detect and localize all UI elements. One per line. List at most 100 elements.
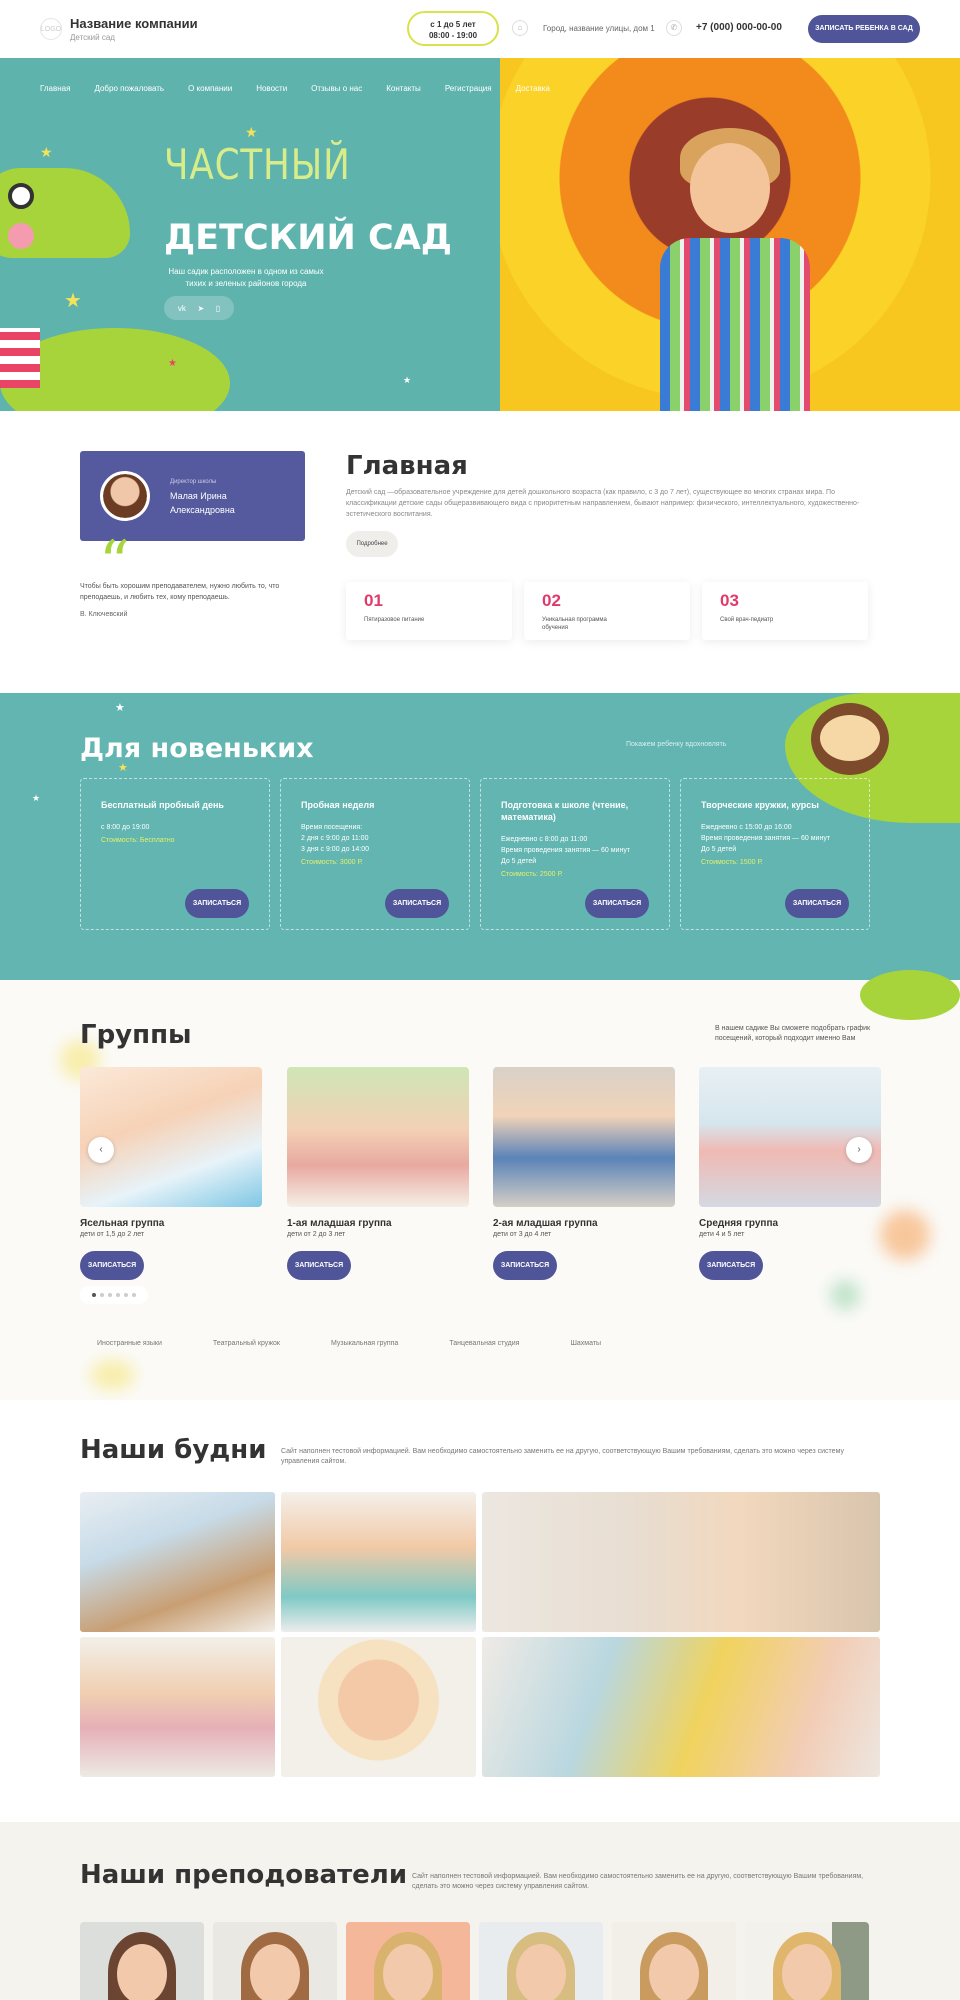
offer-details: Время посещения: 2 дня с 9:00 до 11:00 3…	[301, 824, 369, 853]
everyday-title: Наши будни	[80, 1435, 267, 1465]
decor-blob	[90, 1360, 135, 1390]
newcomers-title: Для новеньких	[80, 733, 314, 764]
feature-card: 03 Свой врач-педиатр	[702, 582, 868, 640]
nav-item-about[interactable]: О компании	[188, 84, 232, 93]
gallery-photo[interactable]	[281, 1637, 476, 1777]
location-icon: ⌂	[512, 20, 528, 36]
signup-button[interactable]: ЗАПИСАТЬСЯ	[493, 1251, 557, 1280]
enroll-child-button[interactable]: ЗАПИСАТЬ РЕБЕНКА В САД	[808, 15, 920, 43]
hero-banner: ★ ★ ★ ★ ★	[0, 58, 960, 411]
feature-label: Пятиразовое питание	[364, 617, 425, 623]
nav-item-news[interactable]: Новости	[256, 84, 287, 93]
gallery-photo[interactable]	[281, 1492, 476, 1632]
phone-link[interactable]: +7 (000) 000-00-00	[696, 22, 782, 33]
carousel-dots	[80, 1286, 148, 1304]
group-name: 1-ая младшая группа	[287, 1218, 392, 1229]
nav-item-registration[interactable]: Регистрация	[445, 84, 492, 93]
nav-item-reviews[interactable]: Отзывы о нас	[311, 84, 362, 93]
star-icon: ★	[168, 358, 177, 369]
signup-button[interactable]: ЗАПИСАТЬСЯ	[699, 1251, 763, 1280]
club-link[interactable]: Танцевальная студия	[449, 1340, 519, 1347]
page-title: Главная	[346, 451, 468, 481]
club-link[interactable]: Иностранные языки	[97, 1340, 162, 1347]
teacher-photo[interactable]	[479, 1922, 603, 2000]
offer-price: Стоимость: 2500 Р.	[501, 871, 563, 878]
feature-number: 01	[364, 591, 383, 610]
carousel-dot[interactable]	[92, 1293, 96, 1297]
gallery-photo[interactable]	[80, 1637, 275, 1777]
carousel-dot[interactable]	[108, 1293, 112, 1297]
gallery-photo[interactable]	[80, 1492, 275, 1632]
teacher-photo[interactable]	[745, 1922, 869, 2000]
offer-details: Ежедневно с 15:00 до 16:00 Время проведе…	[701, 824, 831, 853]
telegram-icon[interactable]: ➤	[197, 304, 204, 313]
hours-age: с 1 до 5 лет	[430, 20, 476, 29]
nav-item-welcome[interactable]: Добро пожаловать	[94, 84, 164, 93]
signup-button[interactable]: ЗАПИСАТЬСЯ	[585, 889, 649, 918]
feature-card: 01 Пятиразовое питание	[346, 582, 512, 640]
intro-text: Детский сад —образовательное учреждение …	[346, 489, 860, 518]
vk-icon[interactable]: vk	[178, 304, 186, 313]
croc-cheek	[8, 223, 34, 249]
decor-blob	[880, 1210, 930, 1260]
main-nav: Главная Добро пожаловать О компании Ново…	[40, 84, 574, 93]
carousel-next-arrow-icon[interactable]: ›	[846, 1137, 872, 1163]
more-button[interactable]: Подробнее	[346, 531, 398, 557]
group-age: дети от 3 до 4 лет	[493, 1231, 552, 1238]
teacher-photo[interactable]	[213, 1922, 337, 2000]
carousel-dot[interactable]	[124, 1293, 128, 1297]
signup-button[interactable]: ЗАПИСАТЬСЯ	[785, 889, 849, 918]
logo-icon[interactable]: LOGO	[40, 18, 62, 40]
feature-label: Уникальная программа обучения	[542, 617, 607, 631]
offer-title: Бесплатный пробный день	[101, 800, 224, 810]
company-block[interactable]: Название компании Детский сад	[70, 16, 198, 42]
club-link[interactable]: Шахматы	[570, 1340, 601, 1347]
star-icon: ★	[403, 375, 412, 385]
gallery-photo[interactable]	[482, 1637, 880, 1777]
teacher-photo[interactable]	[612, 1922, 736, 2000]
hours-badge: с 1 до 5 лет 08:00 - 19:00	[407, 11, 499, 46]
clubs-list: Иностранные языки Театральный кружок Муз…	[97, 1340, 652, 1347]
nav-item-home[interactable]: Главная	[40, 84, 70, 93]
group-name: 2-ая младшая группа	[493, 1218, 598, 1229]
gallery-photo[interactable]	[482, 1492, 880, 1632]
signup-button[interactable]: ЗАПИСАТЬСЯ	[385, 889, 449, 918]
group-name: Ясельная группа	[80, 1218, 165, 1229]
teacher-photo[interactable]	[346, 1922, 470, 2000]
croc-eye	[8, 183, 34, 209]
carousel-dot[interactable]	[100, 1293, 104, 1297]
offer-price: Стоимость: Бесплатно	[101, 837, 175, 844]
carousel-dot[interactable]	[132, 1293, 136, 1297]
groups-title: Группы	[80, 1020, 192, 1050]
hours-time: 08:00 - 19:00	[428, 31, 478, 40]
group-photo[interactable]	[80, 1067, 262, 1207]
group-card: Ясельная группа дети от 1,5 до 2 лет ЗАП…	[80, 1067, 262, 1280]
group-name: Средняя группа	[699, 1218, 779, 1229]
nav-item-delivery[interactable]: Доставка	[516, 84, 550, 93]
group-card: 2-ая младшая группа дети от 3 до 4 лет З…	[493, 1067, 675, 1280]
phone-icon: ✆	[666, 20, 682, 36]
offer-title: Пробная неделя	[301, 800, 375, 810]
director-role: Директор школы	[170, 479, 217, 485]
carousel-dot[interactable]	[116, 1293, 120, 1297]
teachers-description: Сайт наполнен тестовой информацией. Вам …	[412, 1873, 864, 1890]
instagram-icon[interactable]: ▯	[216, 304, 220, 313]
carousel-prev-arrow-icon[interactable]: ‹	[88, 1137, 114, 1163]
group-photo[interactable]	[493, 1067, 675, 1207]
company-subtitle: Детский сад	[70, 33, 115, 42]
signup-button[interactable]: ЗАПИСАТЬСЯ	[80, 1251, 144, 1280]
director-name: Малая Ирина Александровна	[170, 491, 235, 515]
teacher-photo[interactable]	[80, 1922, 204, 2000]
club-link[interactable]: Театральный кружок	[213, 1340, 280, 1347]
group-age: дети от 1,5 до 2 лет	[80, 1231, 145, 1238]
offer-title: Творческие кружки, курсы	[701, 800, 819, 810]
group-photo[interactable]	[287, 1067, 469, 1207]
signup-button[interactable]: ЗАПИСАТЬСЯ	[185, 889, 249, 918]
teachers-title: Наши преподователи	[80, 1860, 408, 1890]
signup-button[interactable]: ЗАПИСАТЬСЯ	[287, 1251, 351, 1280]
club-link[interactable]: Музыкальная группа	[331, 1340, 398, 1347]
offer-price: Стоимость: 3000 Р.	[301, 859, 363, 866]
nav-item-contacts[interactable]: Контакты	[386, 84, 421, 93]
group-card: Средняя группа дети 4 и 5 лет ЗАПИСАТЬСЯ	[699, 1067, 881, 1280]
hero-kid-shirt	[660, 238, 810, 411]
